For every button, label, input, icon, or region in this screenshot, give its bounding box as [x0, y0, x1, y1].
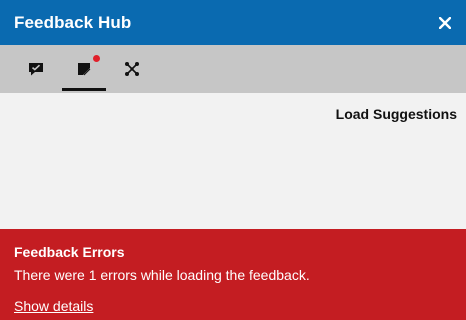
error-title: Feedback Errors: [14, 244, 125, 260]
close-icon: [439, 16, 451, 29]
tab-feedback[interactable]: [14, 45, 58, 93]
feedback-chat-icon: [29, 63, 43, 76]
notification-badge: [93, 55, 100, 62]
error-message: There were 1 errors while loading the fe…: [14, 267, 310, 283]
load-suggestions-button[interactable]: Load Suggestions: [336, 106, 457, 122]
suggestions-icon: [78, 63, 91, 76]
title-bar: Feedback Hub: [0, 0, 466, 45]
error-panel: Feedback Errors There were 1 errors whil…: [0, 229, 466, 320]
toolbar: [0, 45, 466, 93]
show-details-link[interactable]: Show details: [14, 297, 93, 315]
close-button[interactable]: [434, 12, 456, 34]
content-area: Load Suggestions: [0, 93, 466, 229]
tab-network[interactable]: [110, 45, 154, 93]
network-nodes-icon: [125, 62, 139, 76]
tab-suggestions[interactable]: [62, 45, 106, 93]
window-title: Feedback Hub: [14, 12, 132, 32]
